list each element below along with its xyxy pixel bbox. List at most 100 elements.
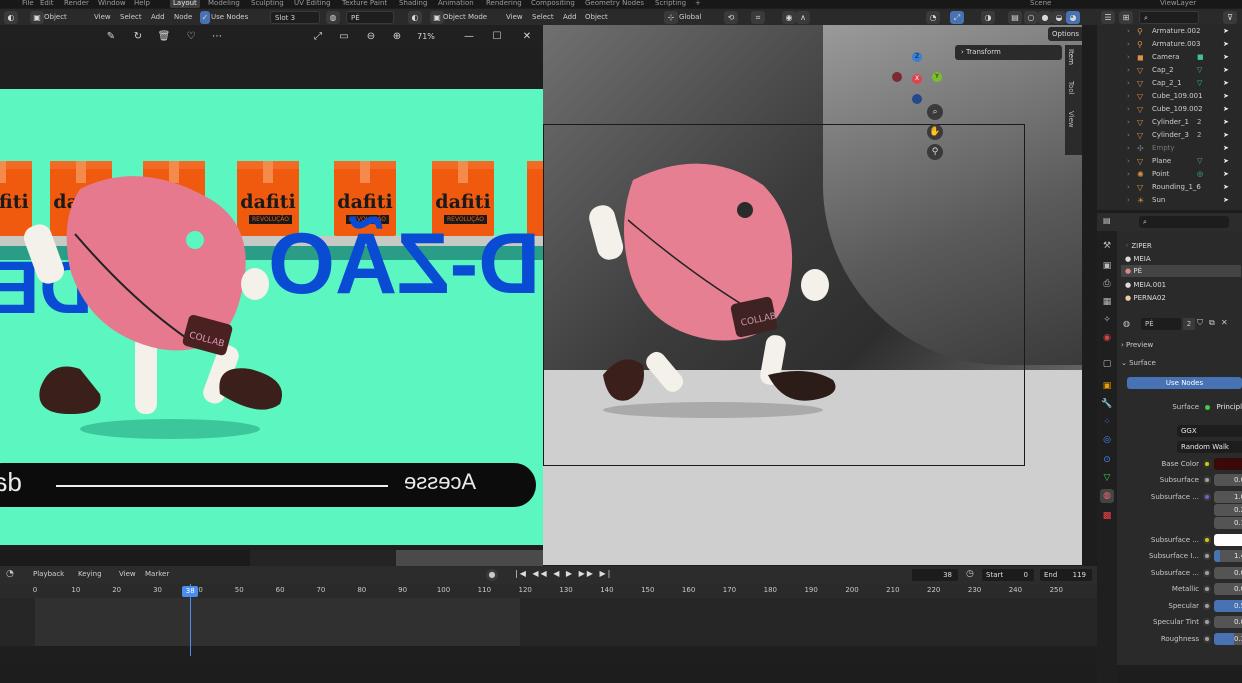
- gizmo-y-axis[interactable]: Y: [932, 72, 942, 82]
- actual-size-icon[interactable]: ▭: [337, 30, 351, 44]
- outliner-search-input[interactable]: ⌕: [1139, 11, 1199, 24]
- gizmo-toggle-icon[interactable]: ⤢: [950, 11, 964, 24]
- material-browse-icon[interactable]: ◍: [1123, 319, 1130, 328]
- material-slot[interactable]: ◦ ZIPER: [1125, 240, 1152, 252]
- workspace-tab-geometry-nodes[interactable]: Geometry Nodes: [585, 0, 644, 8]
- workspace-tab-rendering[interactable]: Rendering: [486, 0, 522, 8]
- material-slot[interactable]: ● MEIA.001: [1125, 279, 1166, 291]
- material-name-input[interactable]: PÉ: [1141, 318, 1181, 330]
- visibility-toggle-icon[interactable]: ➤: [1223, 25, 1229, 38]
- menu-select[interactable]: Select: [120, 11, 142, 24]
- fullscreen-icon[interactable]: ⤢: [311, 30, 325, 44]
- view-layer-tab-icon[interactable]: ▦: [1100, 295, 1114, 309]
- visibility-toggle-icon[interactable]: ➤: [1223, 129, 1229, 142]
- subsurface-radius-y[interactable]: 0.200: [1214, 504, 1242, 516]
- keyframe-area[interactable]: [35, 598, 520, 646]
- playhead-frame-label[interactable]: 38: [182, 586, 199, 597]
- current-frame-field[interactable]: 38: [912, 569, 958, 581]
- specular-field[interactable]: 0.500: [1214, 600, 1242, 612]
- data-tab-icon[interactable]: ▽: [1100, 471, 1114, 485]
- subsurface-method-dropdown[interactable]: Random Walk: [1177, 441, 1242, 453]
- visibility-toggle-icon[interactable]: ➤: [1223, 77, 1229, 90]
- visibility-toggle-icon[interactable]: ➤: [1223, 194, 1229, 207]
- menu-node[interactable]: Node: [174, 11, 192, 24]
- character-3d-model[interactable]: COLLAB: [583, 160, 853, 430]
- proportional-edit-icon[interactable]: ◉: [782, 11, 796, 24]
- zoom-in-icon[interactable]: ⊕: [390, 30, 404, 44]
- scene-tab-icon[interactable]: ✧: [1100, 313, 1114, 327]
- keying-menu[interactable]: Keying: [78, 568, 102, 581]
- viewport-menu-select[interactable]: Select: [532, 11, 554, 24]
- timeline-editor-icon[interactable]: ◔: [6, 569, 14, 579]
- workspace-tab-compositing[interactable]: Compositing: [531, 0, 575, 8]
- outliner-row[interactable]: › ✺ Point ◎ ➤: [1097, 168, 1242, 181]
- pan-view-icon[interactable]: ✋: [927, 124, 943, 140]
- camera-view-icon[interactable]: ⚲: [927, 144, 943, 160]
- outliner-row[interactable]: › ▽ Rounding_1_6 ➤: [1097, 181, 1242, 194]
- rotate-icon[interactable]: ↻: [131, 30, 145, 44]
- pivot-icon[interactable]: ⟲: [724, 11, 738, 24]
- physics-tab-icon[interactable]: ◎: [1100, 433, 1114, 447]
- visibility-toggle-icon[interactable]: ➤: [1223, 155, 1229, 168]
- object-tab-icon[interactable]: ▣: [1100, 379, 1114, 393]
- fake-user-icon[interactable]: ⛉: [1197, 318, 1203, 328]
- subsurface-color-swatch[interactable]: [1214, 534, 1242, 546]
- menu-window[interactable]: Window: [98, 0, 126, 8]
- outliner-row[interactable]: › ▽ Cap_2 ▽ ➤: [1097, 64, 1242, 77]
- add-workspace-button[interactable]: +: [695, 0, 701, 8]
- surface-shader-dropdown[interactable]: Principled BSDF: [1214, 401, 1242, 413]
- workspace-tab-sculpting[interactable]: Sculpting: [251, 0, 284, 8]
- transform-panel-header[interactable]: › Transform: [955, 45, 1062, 60]
- 3d-viewport[interactable]: COLLAB X Y Z ⌕ ✋ ⚲ Options › Transform I…: [543, 25, 1082, 565]
- subsurface-ior-field[interactable]: 1.400: [1214, 550, 1242, 562]
- end-frame-field[interactable]: End 119: [1040, 569, 1092, 581]
- workspace-tab-scripting[interactable]: Scripting: [655, 0, 686, 8]
- shading-solid-icon[interactable]: ●: [1038, 11, 1052, 24]
- menu-help[interactable]: Help: [134, 0, 150, 8]
- viewport-editor-type-icon[interactable]: ◐: [408, 11, 422, 24]
- playback-controls[interactable]: |◀ ◀◀ ◀ ▶ ▶▶ ▶|: [515, 569, 612, 578]
- world-tab-icon[interactable]: ◉: [1100, 331, 1114, 345]
- material-browse-icon[interactable]: ◍: [326, 11, 340, 24]
- menu-add[interactable]: Add: [151, 11, 165, 24]
- slot-dropdown[interactable]: Slot 3: [270, 11, 320, 24]
- menu-render[interactable]: Render: [64, 0, 89, 8]
- subsurface-radius-z[interactable]: 0.100: [1214, 517, 1242, 529]
- workspace-tab-layout[interactable]: Layout: [170, 0, 200, 8]
- properties-editor-icon[interactable]: ▤: [1103, 216, 1111, 225]
- outliner-row[interactable]: › ⚲ Armature.003 ➤: [1097, 38, 1242, 51]
- auto-key-icon[interactable]: ●: [486, 569, 498, 581]
- workspace-tab-modeling[interactable]: Modeling: [208, 0, 240, 8]
- specular-tint-field[interactable]: 0.000: [1214, 616, 1242, 628]
- outliner-row[interactable]: › ⚲ Armature.002 ➤: [1097, 25, 1242, 38]
- visibility-toggle-icon[interactable]: ➤: [1223, 103, 1229, 116]
- outliner-row[interactable]: › ▽ Cylinder_3 2 ➤: [1097, 129, 1242, 142]
- outliner-row[interactable]: › ▽ Plane ▽ ➤: [1097, 155, 1242, 168]
- duplicate-icon[interactable]: ⧉: [1209, 318, 1215, 328]
- view-menu[interactable]: View: [119, 568, 136, 581]
- preview-range-icon[interactable]: ◷: [966, 569, 974, 579]
- tab-view[interactable]: View: [1067, 111, 1075, 128]
- subsurface-field[interactable]: 0.000: [1214, 474, 1242, 486]
- overlay-icon[interactable]: ◑: [981, 11, 995, 24]
- subsurface-radius-x[interactable]: 1.000: [1214, 491, 1242, 503]
- tool-tab-icon[interactable]: ⚒: [1100, 239, 1114, 253]
- edit-icon[interactable]: ✎: [104, 30, 118, 44]
- material-tab-icon[interactable]: ◍: [1100, 489, 1114, 503]
- outliner-row[interactable]: › ◼ Camera ■ ➤: [1097, 51, 1242, 64]
- options-dropdown[interactable]: Options: [1048, 27, 1082, 41]
- workspace-tab-texture-paint[interactable]: Texture Paint: [342, 0, 387, 8]
- viewport-menu-object[interactable]: Object: [585, 11, 608, 24]
- menu-file[interactable]: File: [22, 0, 34, 8]
- tab-item[interactable]: Item: [1067, 49, 1075, 65]
- menu-view[interactable]: View: [94, 11, 111, 24]
- maximize-button[interactable]: ☐: [490, 30, 504, 44]
- visibility-toggle-icon[interactable]: ➤: [1223, 116, 1229, 129]
- material-slot-active[interactable]: ● PÉ: [1121, 265, 1241, 277]
- render-tab-icon[interactable]: ▣: [1100, 259, 1114, 273]
- filter-icon[interactable]: ⊽: [1223, 11, 1237, 24]
- favorite-icon[interactable]: ♡: [184, 30, 198, 44]
- orientation-dropdown[interactable]: Global: [679, 11, 701, 24]
- texture-tab-icon[interactable]: ▩: [1100, 509, 1114, 523]
- snap-icon[interactable]: ⌗: [751, 11, 765, 24]
